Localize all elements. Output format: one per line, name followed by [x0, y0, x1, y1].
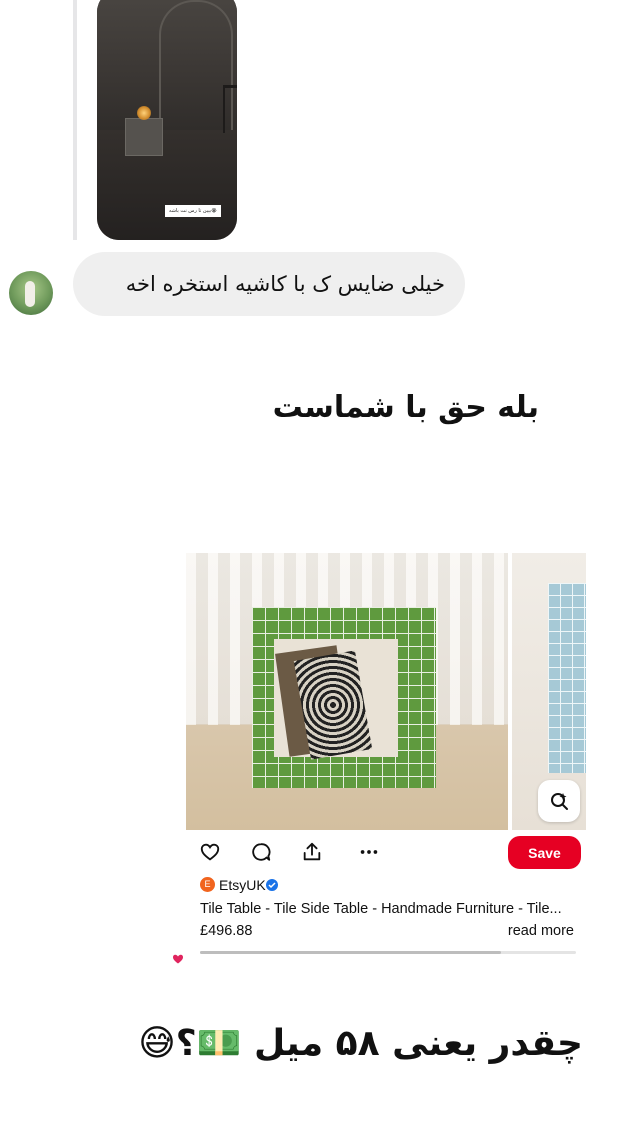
visual-search-icon	[551, 793, 568, 810]
verified-badge-icon	[266, 879, 278, 891]
headline-price-question: چقدر یعنی ۵۸ میل 💵؟😅	[138, 1023, 583, 1064]
story-sticker: بپین تا رس نت باشه😭	[165, 205, 221, 217]
pin-price: £496.88	[200, 923, 253, 939]
avatar-figure	[25, 281, 35, 307]
visual-search-button[interactable]	[538, 780, 580, 822]
comment-text: خیلی ضایس ک با کاشیه استخره اخه	[125, 272, 445, 296]
story-stool	[223, 85, 237, 133]
comment-bubble[interactable]: خیلی ضایس ک با کاشیه استخره اخه	[73, 252, 465, 316]
green-tile-table	[252, 593, 436, 788]
carousel-progress-fill	[200, 951, 501, 954]
pin-card[interactable]: Save E EtsyUK Tile Table - Tile Side Tab…	[186, 553, 586, 958]
story-thumbnail[interactable]: بپین تا رس نت باشه😭	[97, 0, 237, 240]
story-candle-glow	[137, 106, 151, 120]
story-cube-table	[125, 118, 163, 156]
reply-thread-line	[73, 0, 77, 240]
heart-icon[interactable]	[199, 841, 221, 863]
pin-title[interactable]: Tile Table - Tile Side Table - Handmade …	[200, 899, 572, 919]
carousel-progress	[200, 951, 576, 954]
share-icon[interactable]	[301, 841, 323, 863]
etsy-logo-icon: E	[200, 877, 215, 892]
read-more-link[interactable]: read more	[508, 921, 574, 941]
heart-icon	[173, 954, 183, 964]
blue-tile-table	[548, 583, 586, 773]
brand-name[interactable]: EtsyUK	[219, 875, 266, 895]
story-floor	[97, 130, 237, 240]
comment-icon[interactable]	[250, 841, 272, 863]
more-icon[interactable]	[358, 841, 380, 863]
headline-agree: بله حق با شماست	[272, 390, 539, 425]
avatar[interactable]	[9, 271, 53, 315]
story-mirror	[159, 0, 233, 132]
save-button[interactable]: Save	[508, 836, 581, 869]
pin-image-main[interactable]	[186, 553, 508, 830]
